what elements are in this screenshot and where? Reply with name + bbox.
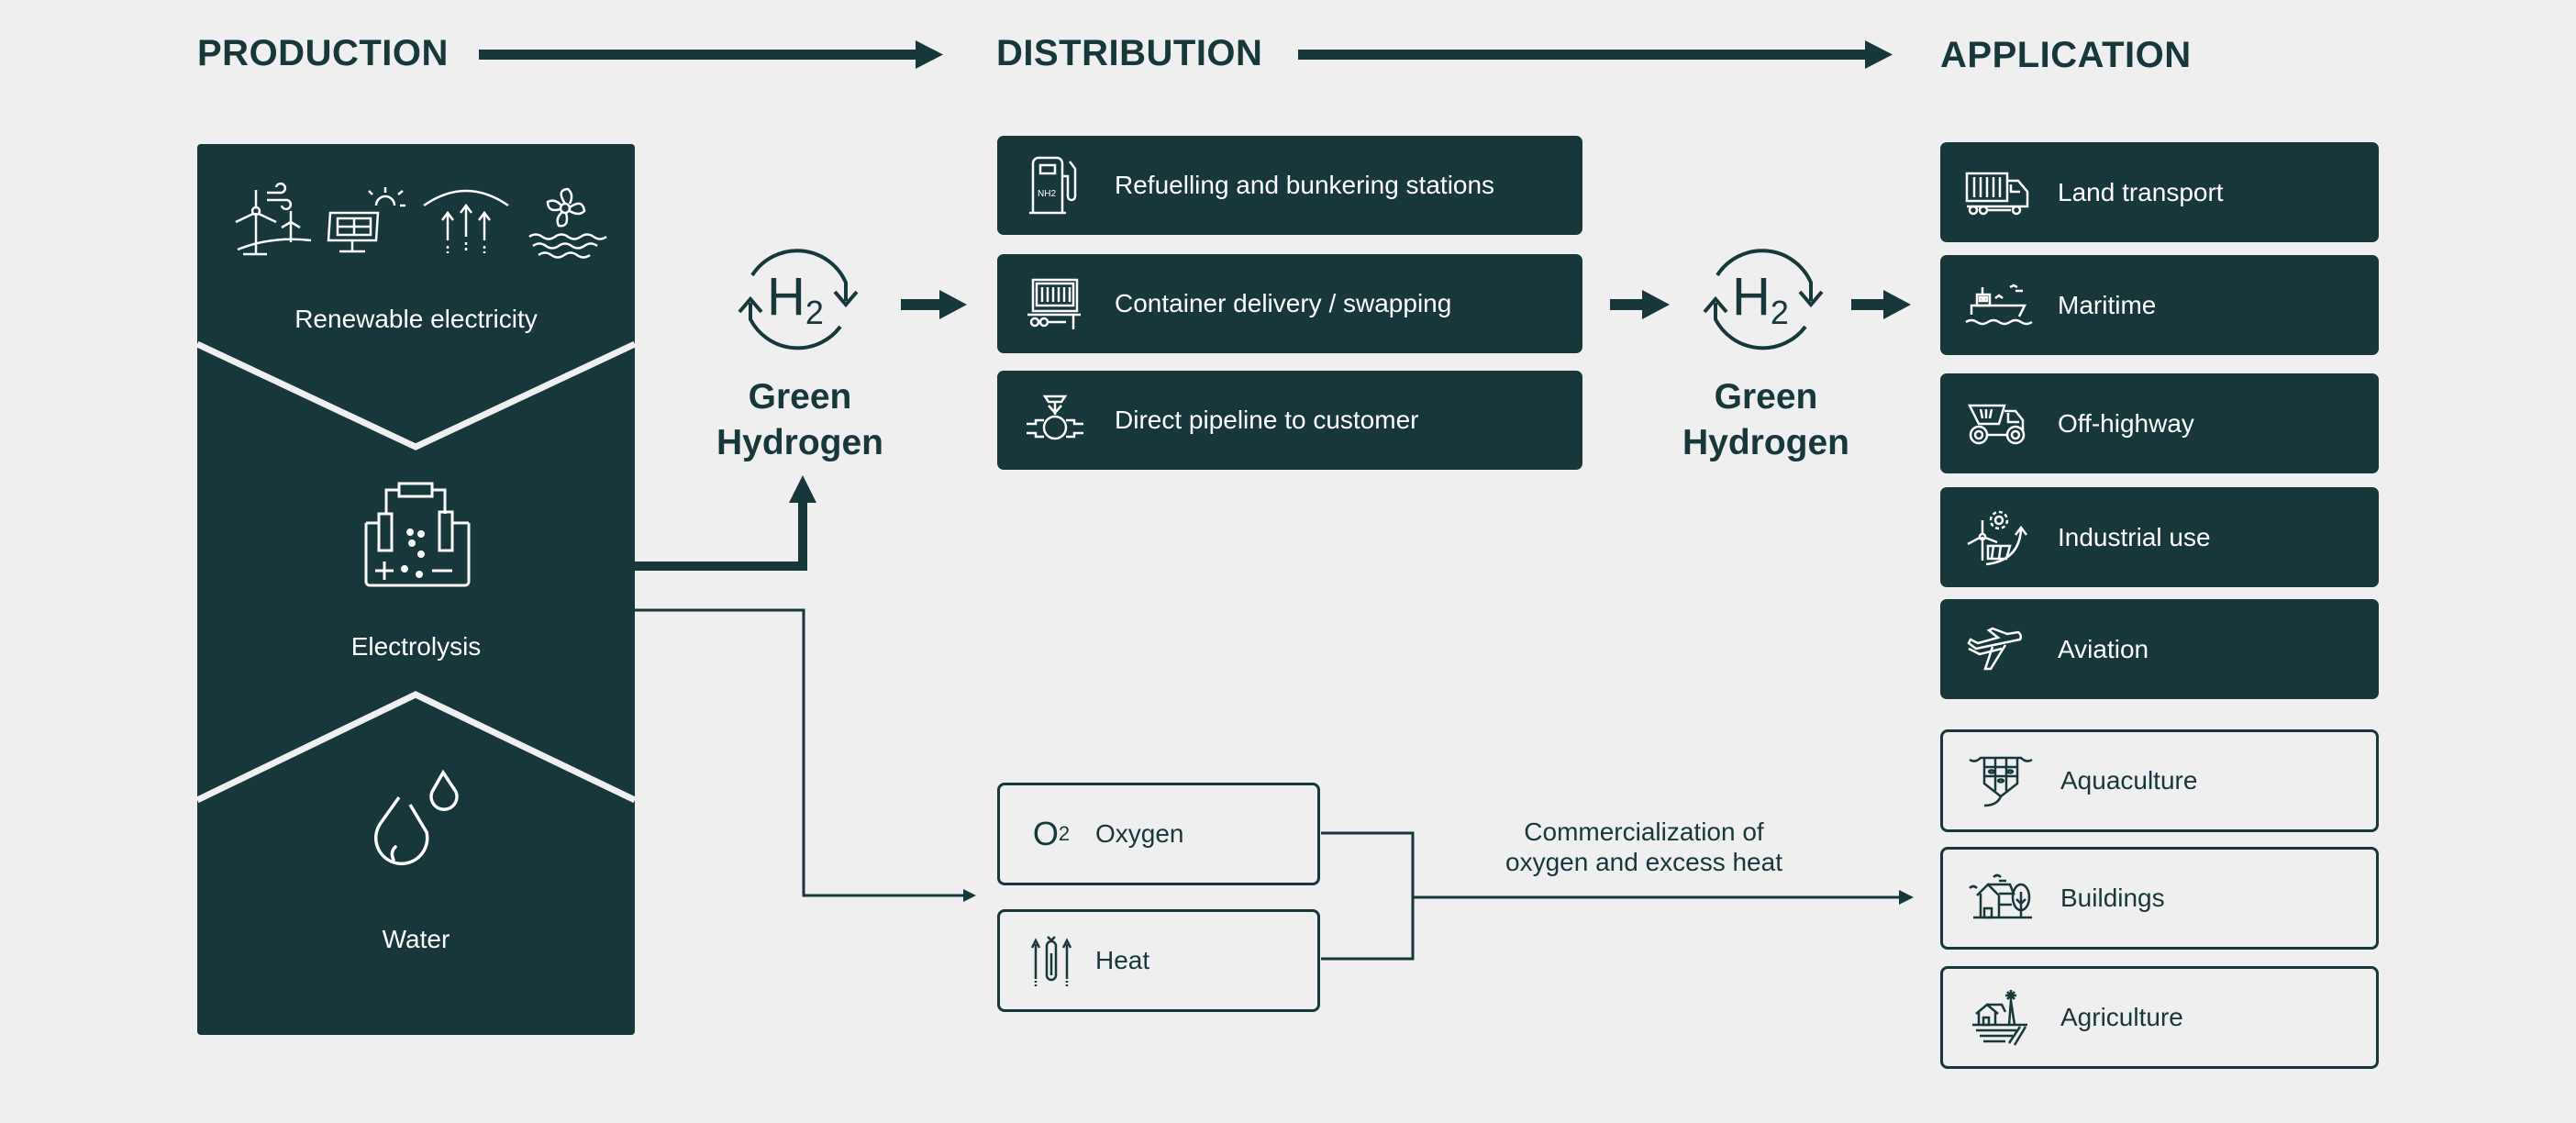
hydrogen-node-2: H2: [1690, 246, 1837, 367]
distribution-item-label: Direct pipeline to customer: [1115, 406, 1419, 434]
byproduct-item-heat[interactable]: Heat: [997, 909, 1320, 1012]
byproduct-label: Oxygen: [1095, 819, 1184, 848]
oxygen-symbol: O: [1032, 815, 1059, 852]
application-item-label: Maritime: [2058, 290, 2157, 319]
section-label-renewable-electricity: Renewable electricity: [294, 305, 538, 333]
header-arrow-distribution-application: [1298, 40, 1893, 69]
application-item-aviation[interactable]: Aviation: [1940, 599, 2379, 699]
h2-symbol: H2: [767, 270, 824, 340]
pipeline-valve-icon: [1023, 388, 1087, 452]
byproduct-commercialization-note: Commercialization of oxygen and excess h…: [1488, 817, 1800, 877]
h2-symbol-letter: H: [1732, 267, 1771, 327]
arrow-electrolysis-to-hydrogen: [635, 475, 816, 571]
byproduct-label: Heat: [1095, 946, 1150, 974]
truck-icon: [1965, 161, 2030, 225]
application-item-agriculture[interactable]: Agriculture: [1940, 966, 2379, 1069]
application-item-label: Industrial use: [2058, 522, 2211, 551]
electrolysis-cell-icon: [364, 482, 471, 587]
arrow-h2-to-distribution: [901, 290, 967, 319]
application-item-land-transport[interactable]: Land transport: [1940, 142, 2379, 242]
geothermal-icon: [422, 189, 509, 253]
application-item-label: Buildings: [2060, 884, 2165, 912]
container-trailer-icon: [1023, 272, 1087, 336]
wind-turbine-icon: [235, 182, 312, 256]
application-item-label: Land transport: [2058, 177, 2224, 206]
arrow-electrolysis-to-byproducts: [635, 608, 976, 902]
renewable-icons: [230, 182, 607, 268]
distribution-item-container[interactable]: Container delivery / swapping: [997, 254, 1582, 353]
ship-icon: [1965, 273, 2033, 338]
h2-subscript: 2: [805, 294, 824, 331]
fish-farm-icon: [1969, 749, 2033, 813]
water-drops-icon: [373, 769, 459, 866]
green-hydrogen-line2: Hydrogen: [1682, 423, 1849, 462]
section-label-water: Water: [382, 925, 450, 953]
house-icon: [1969, 866, 2033, 930]
application-item-aquaculture[interactable]: Aquaculture: [1940, 729, 2379, 832]
application-item-maritime[interactable]: Maritime: [1940, 255, 2379, 355]
solar-panel-icon: [327, 187, 406, 253]
application-item-industrial-use[interactable]: Industrial use: [1940, 487, 2379, 587]
green-hydrogen-line1: Green: [748, 377, 852, 417]
panel-chevron-dividers: [195, 340, 637, 804]
dump-truck-icon: [1966, 392, 2030, 456]
green-hydrogen-label-2: Green Hydrogen: [1647, 374, 1885, 466]
oxygen-subscript: 2: [1058, 822, 1071, 845]
header-arrow-production-distribution: [479, 40, 943, 69]
application-item-buildings[interactable]: Buildings: [1940, 847, 2379, 950]
heat-icon: [1024, 928, 1079, 993]
green-hydrogen-label-1: Green Hydrogen: [681, 374, 919, 466]
application-item-label: Aviation: [2058, 634, 2149, 663]
green-hydrogen-line1: Green: [1714, 377, 1818, 417]
distribution-item-label: Refuelling and bunkering stations: [1115, 171, 1495, 199]
h2-symbol: H2: [1732, 270, 1789, 340]
oxygen-icon: O2: [1024, 802, 1079, 866]
byproduct-item-oxygen[interactable]: O2 Oxygen: [997, 783, 1320, 885]
h2-subscript: 2: [1770, 294, 1789, 331]
application-item-label: Aquaculture: [2060, 766, 2198, 795]
distribution-item-pipeline[interactable]: Direct pipeline to customer: [997, 371, 1582, 470]
arrow-h2-to-application: [1851, 290, 1911, 319]
airplane-icon: [1966, 617, 2030, 682]
green-hydrogen-line2: Hydrogen: [716, 423, 883, 462]
section-label-electrolysis: Electrolysis: [350, 632, 482, 661]
note-line1: Commercialization of: [1524, 817, 1764, 846]
distribution-item-refuelling[interactable]: NH2 Refuelling and bunkering stations: [997, 136, 1582, 235]
industry-icon: [1966, 506, 2030, 570]
fuel-pump-icon: NH2: [1023, 153, 1087, 217]
production-panel: Renewable electricity Electrolysis Water: [195, 144, 637, 1035]
application-item-label: Agriculture: [2060, 1003, 2183, 1031]
farm-icon: [1969, 985, 2033, 1050]
application-item-off-highway[interactable]: Off-highway: [1940, 373, 2379, 473]
svg-text:NH2: NH2: [1038, 189, 1056, 199]
note-line2: oxygen and excess heat: [1505, 848, 1782, 876]
hydro-turbine-icon: [528, 187, 607, 259]
h2-symbol-letter: H: [767, 267, 805, 327]
application-item-label: Off-highway: [2058, 408, 2194, 438]
distribution-item-label: Container delivery / swapping: [1115, 289, 1452, 317]
hydrogen-node-1: H2: [725, 246, 872, 367]
arrow-distribution-to-h2: [1610, 290, 1670, 319]
